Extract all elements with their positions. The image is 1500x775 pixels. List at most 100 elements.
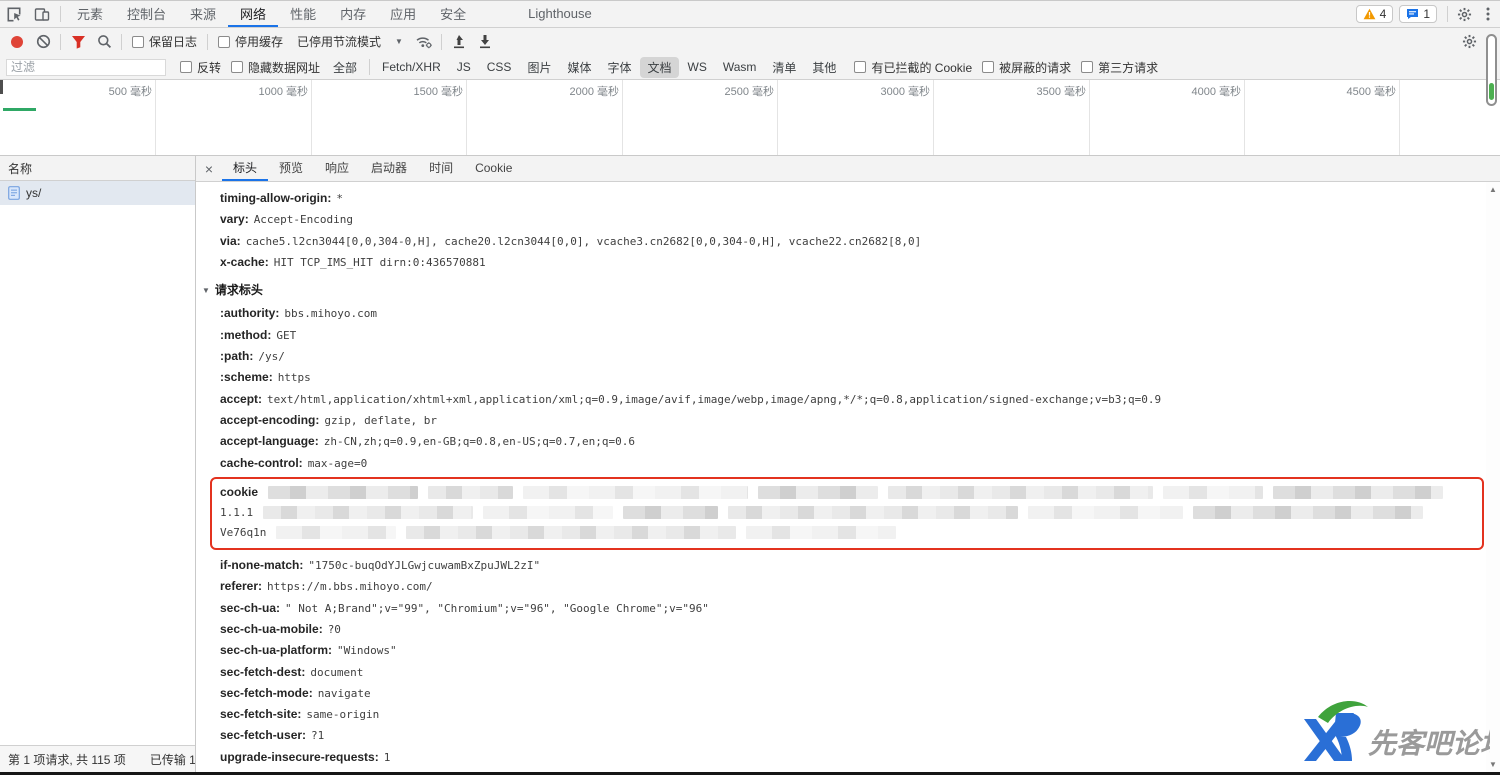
redacted-value-block [483,506,613,519]
filter-type-manifest[interactable]: 清单 [765,57,803,78]
header-value: "1750c-buqOdYJLGwjcuwamBxZpuJWL2zI" [308,559,540,572]
toolbar-divider [121,34,122,50]
header-name: sec-ch-ua: [220,601,280,615]
response-header-row: vary:Accept-Encoding [220,209,1484,230]
tab-security[interactable]: 安全 [428,1,478,27]
response-header-row: x-cache:HIT TCP_IMS_HIT dirn:0:436570881 [220,252,1484,273]
redacted-value-block [523,486,748,499]
request-list-empty-space [0,205,195,745]
detail-tab-response[interactable]: 响应 [314,156,360,181]
tab-memory[interactable]: 内存 [328,1,378,27]
timeline-tick-label: 1500 毫秒 [413,83,463,99]
header-name: :authority: [220,306,279,320]
network-settings-gear-icon[interactable] [1456,30,1482,54]
export-har-icon[interactable] [472,30,498,54]
detail-tab-preview[interactable]: 预览 [268,156,314,181]
header-name: sec-fetch-site: [220,707,301,721]
filter-type-media[interactable]: 媒体 [560,57,598,78]
blocked-cookies-checkbox[interactable]: 有已拦截的 Cookie [854,59,972,76]
inspect-element-icon[interactable] [0,1,28,27]
detail-tab-headers[interactable]: 标头 [222,156,268,181]
settings-gear-icon[interactable] [1452,2,1476,26]
redacted-value-block [406,526,736,539]
filter-type-js[interactable]: JS [450,58,478,76]
headers-scrollbar[interactable]: ▲ ▼ [1486,182,1500,772]
request-detail-tabs: × 标头 预览 响应 启动器 时间 Cookie [196,156,1500,182]
filter-type-other[interactable]: 其他 [805,57,843,78]
header-value: HIT TCP_IMS_HIT dirn:0:436570881 [274,256,486,269]
redacted-value-block [758,486,878,499]
request-header-row: sec-fetch-dest:document [220,662,1484,683]
header-name: upgrade-insecure-requests: [220,750,379,764]
toolbar-divider [1447,6,1448,22]
request-headers-section[interactable]: ▼ 请求标头 [202,280,1484,301]
more-options-kebab-icon[interactable] [1476,2,1500,26]
tab-network[interactable]: 网络 [228,1,278,27]
filter-type-fetch-xhr[interactable]: Fetch/XHR [375,58,448,76]
request-list-panel: 名称 ys/ 第 1 项请求, 共 115 项 已传输 1 [0,156,196,772]
disable-cache-checkbox[interactable]: 停用缓存 [218,33,283,50]
filter-type-font[interactable]: 字体 [600,57,638,78]
detail-tab-timing[interactable]: 时间 [418,156,464,181]
filter-type-all[interactable]: 全部 [326,57,364,78]
timeline-tick-label: 1000 毫秒 [258,83,308,99]
redacted-value-block [1273,486,1443,499]
request-row-selected[interactable]: ys/ [0,181,195,205]
redacted-value-block [276,526,396,539]
header-value: cache5.l2cn3044[0,0,304-0,H], cache20.l2… [246,235,922,248]
filter-input[interactable] [6,59,166,76]
detail-tab-initiator[interactable]: 启动器 [360,156,418,181]
filter-funnel-icon[interactable] [65,30,91,54]
filter-type-img[interactable]: 图片 [520,57,558,78]
filter-type-ws[interactable]: WS [681,58,714,76]
request-list-name-header[interactable]: 名称 [0,156,195,181]
redacted-value-block [888,486,1153,499]
issues-badge[interactable]: 1 [1399,5,1437,23]
warnings-badge[interactable]: 4 [1356,5,1394,23]
timeline-tick-label: 4000 毫秒 [1191,83,1241,99]
redacted-value-block [263,506,473,519]
clear-network-log-icon[interactable] [30,30,56,54]
requests-summary: 第 1 项请求, 共 115 项 [8,751,126,768]
detail-tab-cookies[interactable]: Cookie [464,156,523,181]
scroll-down-icon[interactable]: ▼ [1489,757,1497,772]
redacted-value-block [623,506,718,519]
header-name: cache-control: [220,456,303,470]
throttling-dropdown[interactable]: 已停用节流模式 ▼ [297,33,403,50]
overview-scrollbar[interactable] [1486,34,1497,106]
header-value: https [278,371,311,384]
filter-type-doc[interactable]: 文档 [640,57,678,78]
cookie-value-fragment: 1.1.1 [220,506,253,519]
chevron-down-icon: ▼ [395,37,403,46]
third-party-requests-checkbox[interactable]: 第三方请求 [1081,59,1158,76]
scroll-up-icon[interactable]: ▲ [1489,182,1497,197]
tab-elements[interactable]: 元素 [65,1,115,27]
throttling-value: 已停用节流模式 [297,33,381,50]
network-overview-timeline[interactable]: 500 毫秒 1000 毫秒 1500 毫秒 2000 毫秒 2500 毫秒 3… [0,80,1500,156]
network-conditions-icon[interactable] [411,30,437,54]
tab-sources[interactable]: 来源 [178,1,228,27]
record-network-log-icon[interactable] [4,30,30,54]
search-icon[interactable] [91,30,117,54]
request-header-row: referer:https://m.bbs.mihoyo.com/ [220,576,1484,597]
overview-scrollbar-thumb[interactable] [1489,83,1494,100]
tab-application[interactable]: 应用 [378,1,428,27]
tab-console[interactable]: 控制台 [115,1,178,27]
filter-type-wasm[interactable]: Wasm [716,58,764,76]
filter-type-css[interactable]: CSS [480,58,519,76]
issues-count: 1 [1423,7,1430,21]
checkbox-box [132,36,144,48]
device-toolbar-icon[interactable] [28,1,56,27]
redacted-value-block [1163,486,1263,499]
timeline-tick-label: 500 毫秒 [109,83,152,99]
invert-filter-checkbox[interactable]: 反转 [180,59,221,76]
import-har-icon[interactable] [446,30,472,54]
header-name: sec-ch-ua-platform: [220,643,332,657]
hide-data-urls-checkbox[interactable]: 隐藏数据网址 [231,59,320,76]
blocked-requests-checkbox[interactable]: 被屏蔽的请求 [982,59,1071,76]
tab-lighthouse[interactable]: Lighthouse [516,1,604,27]
preserve-log-checkbox[interactable]: 保留日志 [132,33,197,50]
request-header-row: sec-ch-ua:" Not A;Brand";v="99", "Chromi… [220,598,1484,619]
close-detail-icon[interactable]: × [196,156,222,181]
tab-performance[interactable]: 性能 [278,1,328,27]
